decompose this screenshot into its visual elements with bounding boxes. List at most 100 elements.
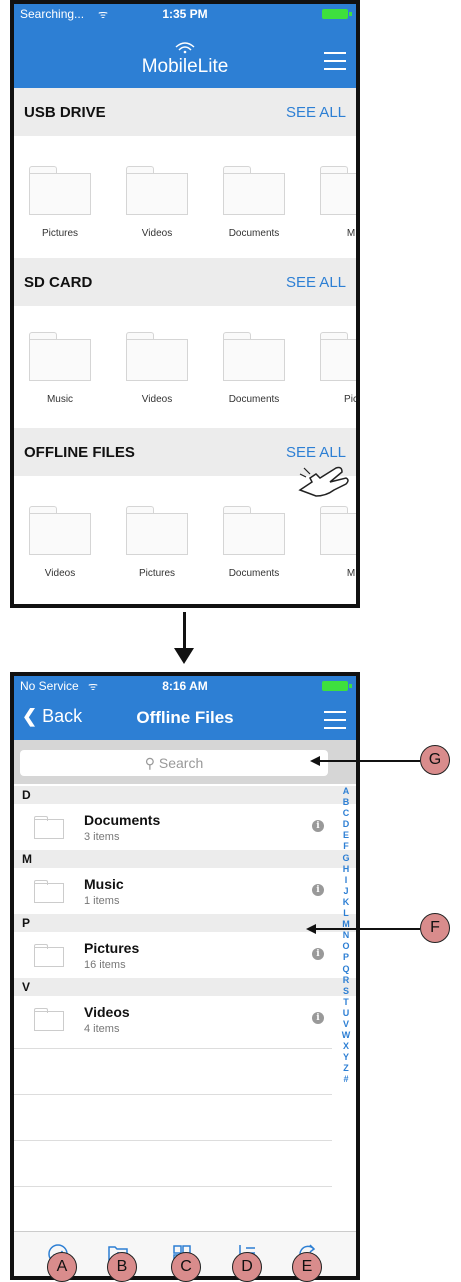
status-time: 8:16 AM	[162, 679, 208, 693]
folder-tile[interactable]: Music	[24, 332, 96, 405]
index-letter[interactable]: B	[338, 797, 354, 808]
info-icon[interactable]: i	[312, 1012, 324, 1024]
folder-icon	[34, 944, 64, 968]
list-divider	[14, 1140, 332, 1141]
folder-icon	[29, 332, 91, 382]
usb-folder-row: Pictures Videos Documents M	[14, 136, 356, 256]
folder-icon	[126, 506, 188, 556]
folder-icon	[320, 506, 356, 556]
index-letter[interactable]: J	[338, 886, 354, 897]
search-input[interactable]: ⚲ Search	[20, 750, 328, 776]
index-letter[interactable]: H	[338, 864, 354, 875]
callout-d: D	[232, 1252, 262, 1282]
info-icon[interactable]: i	[312, 948, 324, 960]
flow-arrow-line	[183, 612, 186, 652]
index-letter[interactable]: V	[338, 1019, 354, 1030]
section-letter-v: V	[14, 978, 356, 996]
item-count: 3 items	[84, 831, 120, 843]
alphabet-index[interactable]: A B C D E F G H I J K L M N O P Q R S T U V W X Y Z #	[338, 786, 354, 1086]
folder-icon	[34, 816, 64, 840]
folder-icon	[126, 332, 188, 382]
folder-tile[interactable]: Pictures	[24, 166, 96, 239]
section-sd-card: SD CARD SEE ALL	[14, 258, 356, 306]
sd-folder-row: Music Videos Documents Pic	[14, 306, 356, 426]
index-letter[interactable]: S	[338, 986, 354, 997]
section-letter-p: P	[14, 914, 356, 932]
folder-tile[interactable]: Videos	[24, 506, 96, 579]
folder-tile[interactable]: Videos	[121, 166, 193, 239]
list-item-videos[interactable]: Videos 4 items i	[14, 996, 332, 1042]
folder-label: Videos	[141, 394, 173, 405]
folder-tile[interactable]: M	[315, 506, 356, 579]
index-letter[interactable]: P	[338, 952, 354, 963]
callout-c: C	[171, 1252, 201, 1282]
folder-tile[interactable]: Pic	[315, 332, 356, 405]
folder-label: Documents	[228, 568, 280, 579]
section-letter-d: D	[14, 786, 356, 804]
callout-f: F	[420, 913, 450, 943]
index-letter[interactable]: G	[338, 853, 354, 864]
folder-tile[interactable]: Documents	[218, 166, 290, 239]
item-count: 1 items	[84, 895, 120, 907]
section-title: USB DRIVE	[24, 104, 106, 121]
index-letter[interactable]: W	[338, 1030, 354, 1041]
see-all-link[interactable]: SEE ALL	[286, 104, 346, 121]
folder-label: Pictures	[138, 568, 176, 579]
see-all-link[interactable]: SEE ALL	[286, 274, 346, 291]
index-letter[interactable]: O	[338, 941, 354, 952]
flow-arrow-head-icon	[174, 648, 194, 664]
item-name: Documents	[84, 812, 161, 828]
index-letter[interactable]: C	[338, 808, 354, 819]
status-time: 1:35 PM	[162, 7, 208, 21]
phone-screen-offline-files: No Service ᯤ 8:16 AM ❮ Back Offline File…	[10, 672, 360, 1280]
index-letter[interactable]: N	[338, 930, 354, 941]
folder-label: Documents	[228, 228, 280, 239]
callout-a: A	[47, 1252, 77, 1282]
list-item-pictures[interactable]: Pictures 16 items i	[14, 932, 332, 978]
index-letter[interactable]: E	[338, 830, 354, 841]
callout-b: B	[107, 1252, 137, 1282]
folder-tile[interactable]: Pictures	[121, 506, 193, 579]
folder-label: Documents	[228, 394, 280, 405]
folder-label: M	[346, 568, 356, 579]
search-icon: ⚲	[144, 755, 155, 771]
menu-icon[interactable]	[324, 52, 346, 70]
folder-icon	[29, 166, 91, 216]
folder-tile[interactable]: Documents	[218, 332, 290, 405]
folder-icon	[34, 880, 64, 904]
index-letter[interactable]: #	[338, 1074, 354, 1085]
index-letter[interactable]: F	[338, 841, 354, 852]
folder-icon	[126, 166, 188, 216]
index-letter[interactable]: A	[338, 786, 354, 797]
folder-tile[interactable]: Videos	[121, 332, 193, 405]
index-letter[interactable]: T	[338, 997, 354, 1008]
see-all-link[interactable]: SEE ALL	[286, 444, 346, 461]
list-item-documents[interactable]: Documents 3 items i	[14, 804, 332, 850]
info-icon[interactable]: i	[312, 820, 324, 832]
index-letter[interactable]: R	[338, 975, 354, 986]
search-bar: ⚲ Search	[14, 740, 356, 784]
index-letter[interactable]: X	[338, 1041, 354, 1052]
index-letter[interactable]: K	[338, 897, 354, 908]
list-item-music[interactable]: Music 1 items i	[14, 868, 332, 914]
folder-tile[interactable]: M	[315, 166, 356, 239]
index-letter[interactable]: Q	[338, 964, 354, 975]
index-letter[interactable]: Y	[338, 1052, 354, 1063]
folder-tile[interactable]: Documents	[218, 506, 290, 579]
folder-label: Videos	[141, 228, 173, 239]
folder-icon	[223, 506, 285, 556]
folder-icon	[320, 166, 356, 216]
info-icon[interactable]: i	[312, 884, 324, 896]
index-letter[interactable]: L	[338, 908, 354, 919]
list-divider	[14, 1048, 332, 1049]
index-letter[interactable]: Z	[338, 1063, 354, 1074]
callout-g: G	[420, 745, 450, 775]
menu-icon[interactable]	[324, 711, 346, 729]
index-letter[interactable]: U	[338, 1008, 354, 1019]
folder-icon	[223, 166, 285, 216]
battery-icon	[322, 681, 352, 691]
item-count: 16 items	[84, 959, 126, 971]
status-bar: Searching... ᯤ 1:35 PM	[14, 4, 356, 24]
index-letter[interactable]: I	[338, 875, 354, 886]
index-letter[interactable]: D	[338, 819, 354, 830]
